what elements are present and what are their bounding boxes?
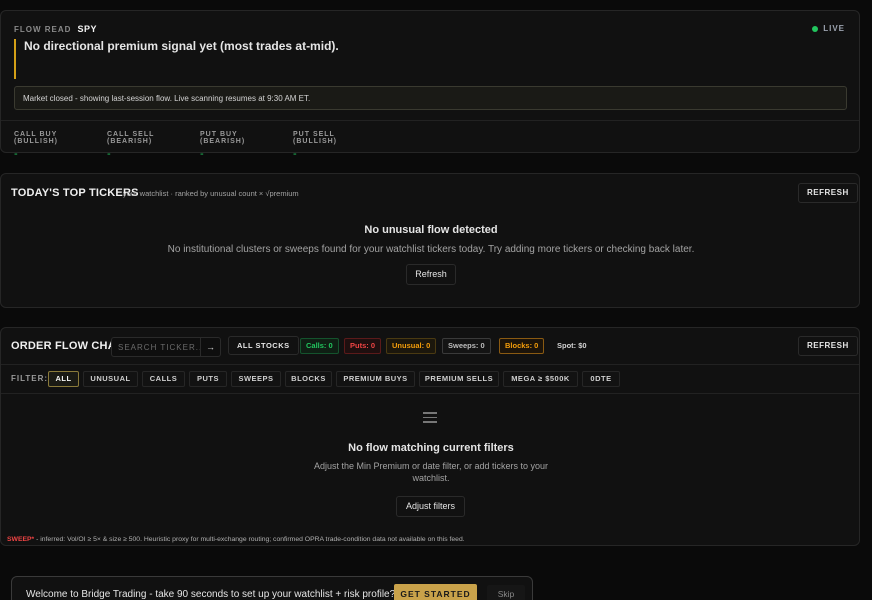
flow-stats-row: CALL BUY (BULLISH) - CALL SELL (BEARISH)… [1,120,859,160]
footnote-text: - inferred: Vol/OI ≥ 5× & size ≥ 500. He… [34,536,465,543]
filter-label: FILTER: [11,374,49,383]
sweep-footnote: SWEEP* - inferred: Vol/OI ≥ 5× & size ≥ … [7,536,465,543]
stat-label: PUT BUY (BEARISH) [200,131,246,145]
adjust-filters-button[interactable]: Adjust filters [396,496,465,517]
top-tickers-refresh-button[interactable]: REFRESH [798,183,858,203]
flow-read-header: FLOW READ SPY [14,24,97,34]
filter-all-button[interactable]: ALL [48,371,79,387]
stat-call-buy: CALL BUY (BULLISH) - [1,121,94,160]
signal-callout: No directional premium signal yet (most … [14,39,834,79]
unusual-count-badge: Unusual: 0 [386,338,437,354]
flow-read-panel: FLOW READ SPY LIVE No directional premiu… [0,10,860,160]
filter-puts-button[interactable]: PUTS [189,371,227,387]
signal-text: No directional premium signal yet (most … [24,39,339,53]
live-dot-icon [812,25,819,32]
puts-count-badge: Puts: 0 [344,338,382,354]
get-started-button[interactable]: GET STARTED [394,584,477,600]
all-stocks-button[interactable]: All Stocks [228,336,299,355]
stat-label: CALL BUY (BULLISH) [14,131,58,145]
filter-0dte-button[interactable]: 0DTE [582,371,620,387]
sweeps-count-badge: Sweeps: 0 [442,338,491,354]
stat-label: PUT SELL (BULLISH) [293,131,337,145]
filter-unusual-button[interactable]: UNUSUAL [83,371,138,387]
order-flow-title: ORDER FLOW CHAIN [11,340,128,352]
stat-label: CALL SELL (BEARISH) [107,131,155,145]
ticker-search-input[interactable] [112,338,200,356]
live-indicator: LIVE [812,24,845,33]
top-tickers-panel: TODAY'S TOP TICKERS your watchlist · ran… [0,173,860,308]
market-status-message: Market closed - showing last-session flo… [14,86,847,110]
stat-value: - [107,148,111,160]
welcome-text: Welcome to Bridge Trading - take 90 seco… [26,589,396,600]
spot-price: Spot: $0 [557,341,587,350]
stat-put-buy: PUT BUY (BEARISH) - [187,121,280,160]
order-flow-empty-desc-line2: watchlist. [412,473,450,483]
search-submit-button[interactable]: → [200,338,220,356]
top-tickers-subtitle: your watchlist · ranked by unusual count… [123,189,299,198]
blocks-count-badge: Blocks: 0 [499,338,545,354]
filter-mega-button[interactable]: MEGA ≥ $500K [503,371,578,387]
flow-read-ticker: SPY [77,24,97,34]
footnote-key: SWEEP* [7,536,35,543]
order-flow-panel: ORDER FLOW CHAIN → All Stocks Calls: 0 P… [0,327,860,546]
filter-blocks-button[interactable]: BLOCKS [285,371,332,387]
filter-sweeps-button[interactable]: SWEEPS [231,371,281,387]
calls-count-badge: Calls: 0 [300,338,339,354]
welcome-banner: Welcome to Bridge Trading - take 90 seco… [11,576,533,600]
order-flow-empty-title: No flow matching current filters [348,442,514,454]
flow-read-label: FLOW READ [14,25,72,34]
stat-call-sell: CALL SELL (BEARISH) - [94,121,187,160]
top-tickers-title: TODAY'S TOP TICKERS [11,187,139,199]
order-flow-refresh-button[interactable]: REFRESH [798,336,858,356]
stat-value: - [14,148,18,160]
filter-bar: FILTER: ALL UNUSUAL CALLS PUTS SWEEPS BL… [1,364,859,394]
live-label: LIVE [823,24,845,33]
stat-value: - [200,148,204,160]
top-tickers-empty-desc: No institutional clusters or sweeps foun… [167,244,695,255]
stat-value: - [293,148,297,160]
ticker-search: → [111,337,221,357]
filter-calls-button[interactable]: CALLS [142,371,185,387]
top-tickers-empty-refresh-button[interactable]: Refresh [406,264,456,285]
skip-button[interactable]: Skip [487,585,525,600]
filter-premium-sells-button[interactable]: PREMIUM SELLS [419,371,499,387]
order-flow-empty-desc-line1: Adjust the Min Premium or date filter, o… [313,461,549,471]
top-tickers-empty-title: No unusual flow detected [364,224,498,236]
stat-put-sell: PUT SELL (BULLISH) - [280,121,380,160]
list-icon [423,412,437,423]
filter-premium-buys-button[interactable]: PREMIUM BUYS [336,371,415,387]
